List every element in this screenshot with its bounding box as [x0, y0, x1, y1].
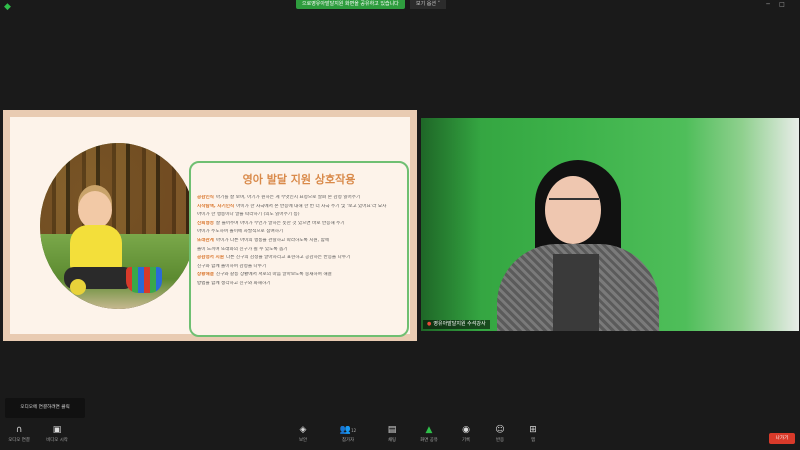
- record-button[interactable]: ◉ 기록: [451, 424, 481, 448]
- start-video-button[interactable]: ▣ 비디오 시작: [42, 424, 72, 448]
- reactions-button[interactable]: ☺ 반응: [485, 424, 515, 448]
- apps-button[interactable]: ⊞ 앱: [518, 424, 548, 448]
- shared-screen-slide: 영아 발달 지원 상호작용 공감인식 아기를 잘 보며, 아기가 원하는 게 무엇…: [3, 110, 417, 341]
- mic-muted-icon: ●: [427, 321, 432, 327]
- list-item: 놀이 느끼며 또래와의 친구가 될 수 있도록 돕기: [197, 246, 288, 252]
- apps-icon: ⊞: [529, 425, 537, 435]
- screen-share-banner[interactable]: 으로영유아발달지원 화면을 공유하고 있습니다: [296, 0, 405, 9]
- security-button[interactable]: ◈ 보안: [288, 424, 318, 448]
- chat-button[interactable]: ▤ 채팅: [377, 424, 407, 448]
- participant-name-label: ● 영유아발달지원 수석강사: [423, 320, 490, 329]
- headphone-icon: ∩: [15, 425, 23, 435]
- share-screen-button[interactable]: ▲ 화면 공유: [414, 424, 444, 448]
- list-item: 상황해결 친구와 갈등 상황에서 서로의 마음 알아보도록 중재하며 해결: [197, 272, 332, 278]
- record-icon: ◉: [462, 425, 470, 435]
- minimize-icon[interactable]: ─: [762, 0, 774, 9]
- audio-tooltip[interactable]: 오디오에 연결하려면 클릭: [5, 398, 85, 418]
- child-photo: [40, 143, 196, 309]
- maximize-icon[interactable]: □: [776, 0, 788, 9]
- meeting-toolbar: ∩ 오디오 연결 ▣ 비디오 시작 ◈ 보안 👥12 참가자 ▤ 채팅 ▲ 화면…: [0, 422, 800, 450]
- reaction-icon: ☺: [495, 425, 505, 435]
- list-item: 공감정서 지원 다른 친구의 감정을 알아차리고 표현하고 공감하는 반응을 나누…: [197, 255, 351, 261]
- list-item: 아이가 주도하며 놀이에 자발적으로 참여하기: [197, 229, 284, 235]
- participants-button[interactable]: 👥12 참가자: [333, 424, 363, 448]
- list-item: 아이가 한 행동이나 말을 따라하기 (의도 읽어주기 등): [197, 212, 300, 218]
- slide-content: 영아 발달 지원 상호작용 공감인식 아기를 잘 보며, 아기가 원하는 게 무엇…: [10, 117, 410, 337]
- list-item: 또래관계 아이가 다른 아이의 행동을 관찰하고 따라하도록 지원, 함께: [197, 237, 330, 243]
- join-audio-button[interactable]: ∩ 오디오 연결: [4, 424, 34, 448]
- chat-icon: ▤: [387, 425, 397, 435]
- list-item: 신뢰형성 잘 들어주며 아이가 무언가 말하는 듯한 것 있으면 바로 반응해 주…: [197, 220, 345, 226]
- slide-title: 영아 발달 지원 상호작용: [242, 173, 356, 186]
- shield-icon: ◈: [299, 425, 307, 435]
- view-options-button[interactable]: 보기 옵션 ˅: [410, 0, 447, 9]
- leave-meeting-button[interactable]: 나가기: [769, 433, 795, 444]
- participant-video[interactable]: ● 영유아발달지원 수석강사: [421, 118, 799, 331]
- security-shield-icon[interactable]: ◆: [4, 2, 14, 12]
- list-item: 시작탐색, 자기인식 아이가 한 자극에서 본 반응에 대해 한 번 더 자극 주…: [197, 203, 387, 209]
- slide-text-box: 영아 발달 지원 상호작용 공감인식 아기를 잘 보며, 아기가 원하는 게 무엇…: [189, 161, 409, 337]
- share-icon: ▲: [425, 425, 433, 435]
- list-item: 친구와 함께 놀이하며 감정을 나누기: [197, 263, 267, 269]
- participants-icon: 👥12: [339, 425, 357, 435]
- list-item: 방법을 함께 생각하고 친구와 화해하기: [197, 280, 271, 286]
- video-icon: ▣: [52, 425, 62, 435]
- list-item: 공감인식 아기를 잘 보며, 아기가 원하는 게 무엇인지 표정으로 살펴 본 감…: [197, 195, 361, 200]
